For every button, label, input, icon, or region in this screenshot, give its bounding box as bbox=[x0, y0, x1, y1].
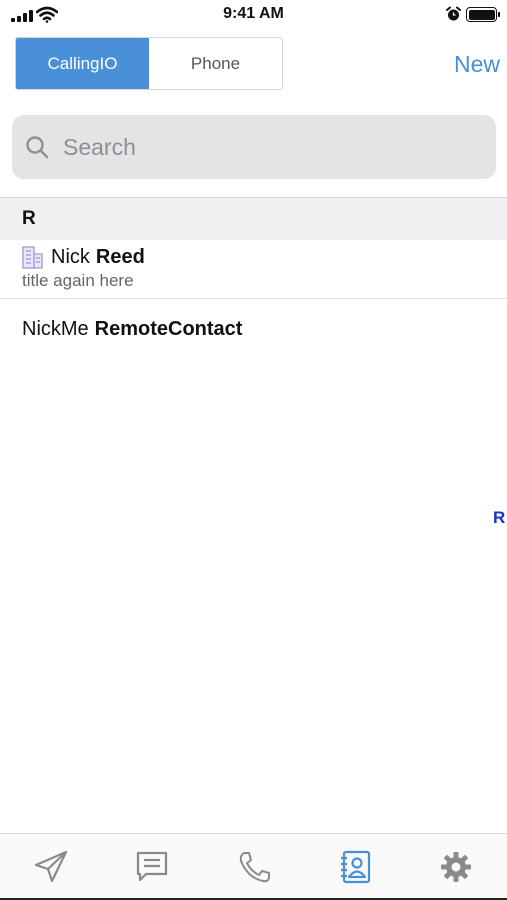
battery-icon bbox=[466, 7, 500, 22]
contact-name: Nick Reed bbox=[22, 245, 507, 269]
phone-icon bbox=[239, 852, 270, 883]
contact-row[interactable]: Nick Reed title again here bbox=[0, 240, 507, 299]
tab-calls[interactable] bbox=[203, 834, 304, 900]
status-bar: 9:41 AM bbox=[0, 0, 507, 30]
tab-messages[interactable] bbox=[101, 834, 202, 900]
tab-settings[interactable] bbox=[406, 834, 507, 900]
search-icon bbox=[26, 136, 49, 159]
contacts-icon bbox=[340, 850, 371, 884]
tab-bar bbox=[0, 833, 507, 900]
contact-name: NickMe RemoteContact bbox=[22, 317, 507, 341]
search-bar[interactable] bbox=[12, 115, 496, 179]
source-segmented-control: CallingIO Phone bbox=[15, 37, 283, 90]
contact-row[interactable]: NickMe RemoteContact bbox=[0, 299, 507, 357]
contact-last-name: RemoteContact bbox=[94, 318, 243, 340]
paper-plane-icon bbox=[34, 850, 67, 883]
tab-contacts[interactable] bbox=[304, 834, 405, 900]
gear-icon bbox=[441, 852, 472, 882]
search-input[interactable] bbox=[63, 133, 443, 161]
contact-last-name: Reed bbox=[95, 246, 145, 268]
status-time: 9:41 AM bbox=[223, 5, 284, 22]
building-icon bbox=[22, 245, 43, 269]
contact-subtitle: title again here bbox=[22, 271, 134, 290]
section-index-r[interactable]: R bbox=[493, 508, 505, 528]
contact-first-name: Nick bbox=[51, 246, 90, 268]
tab-send[interactable] bbox=[0, 834, 101, 900]
segment-callingio[interactable]: CallingIO bbox=[16, 38, 149, 89]
section-header: R bbox=[0, 197, 507, 240]
alarm-icon bbox=[446, 6, 461, 21]
message-icon bbox=[137, 851, 168, 882]
segment-phone[interactable]: Phone bbox=[149, 38, 282, 89]
new-contact-button[interactable]: New bbox=[430, 51, 500, 78]
contact-first-name: NickMe bbox=[22, 318, 89, 340]
contact-list: R Nick Reed title again here NickMe Remo… bbox=[0, 197, 507, 357]
